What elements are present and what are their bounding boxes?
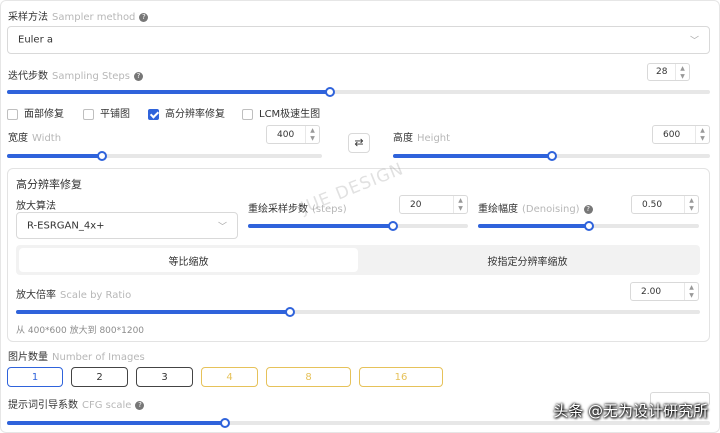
mode-scale-ratio-tab[interactable]: 等比缩放 xyxy=(19,248,358,272)
image-count-8[interactable]: 8 xyxy=(266,367,351,387)
height-slider[interactable] xyxy=(393,151,710,161)
height-label: 高度 Height xyxy=(393,133,451,144)
option-lcm[interactable]: LCM极速生图 xyxy=(242,105,320,120)
mode-fixed-resolution-tab[interactable]: 按指定分辨率缩放 xyxy=(358,248,697,272)
denoising-label: 重绘幅度 (Denoising)? xyxy=(478,200,593,215)
chevron-down-icon: ﹀ xyxy=(689,36,699,47)
checkbox-checked-icon[interactable] xyxy=(148,108,159,120)
steps-slider[interactable] xyxy=(7,87,710,97)
help-icon[interactable]: ? xyxy=(135,400,145,410)
slider-thumb[interactable] xyxy=(219,418,230,428)
upscaler-label: 放大算法 xyxy=(16,201,56,212)
hires-title: 高分辨率修复 xyxy=(16,178,82,191)
chevron-down-icon: ﹀ xyxy=(217,222,227,232)
images-label: 图片数量 Number of Images xyxy=(8,352,145,363)
help-icon[interactable]: ? xyxy=(583,204,593,214)
stepper-icon[interactable]: ▲ ▼ xyxy=(684,196,698,213)
width-input[interactable]: 400 ▲ ▼ xyxy=(266,125,320,144)
checkbox-icon[interactable] xyxy=(242,108,253,120)
stepper-icon[interactable]: ▲ ▼ xyxy=(695,126,709,143)
stepper-icon[interactable]: ▲ ▼ xyxy=(305,126,319,143)
stepper-icon[interactable]: ▲ ▼ xyxy=(675,64,689,80)
option-tiling[interactable]: 平铺图 xyxy=(83,105,130,120)
stepper-icon[interactable]: ▲ ▼ xyxy=(453,196,467,213)
checkbox-icon[interactable] xyxy=(7,108,18,120)
hires-steps-slider[interactable] xyxy=(248,221,468,231)
credit-text: 头条 @无为设计研究所 xyxy=(553,402,708,420)
slider-thumb[interactable] xyxy=(284,307,295,317)
height-input[interactable]: 600 ▲ ▼ xyxy=(652,125,710,144)
width-label: 宽度 Width xyxy=(8,133,62,144)
resize-mode-toggle: 等比缩放 按指定分辨率缩放 xyxy=(16,245,700,275)
cfg-label: 提示词引导系数 CFG scale? xyxy=(8,396,145,411)
sampler-select[interactable]: Euler a ﹀ xyxy=(7,26,710,54)
checkbox-icon[interactable] xyxy=(83,108,94,120)
option-face-restore[interactable]: 面部修复 xyxy=(7,105,64,120)
scale-label: 放大倍率 Scale by Ratio xyxy=(16,290,132,301)
cfg-slider[interactable] xyxy=(7,418,710,428)
denoising-input[interactable]: 0.50 ▲ ▼ xyxy=(631,195,699,214)
image-count-16[interactable]: 16 xyxy=(359,367,443,387)
image-count-4[interactable]: 4 xyxy=(201,367,258,387)
denoising-slider[interactable] xyxy=(478,221,699,231)
help-icon[interactable]: ? xyxy=(133,71,143,81)
image-count-3[interactable]: 3 xyxy=(136,367,193,387)
option-hires-fix[interactable]: 高分辨率修复 xyxy=(148,105,225,120)
slider-thumb[interactable] xyxy=(583,221,594,231)
scale-slider[interactable] xyxy=(16,307,700,317)
sampler-label: 采样方法 Sampler method? xyxy=(8,8,149,23)
hires-steps-input[interactable]: 20 ▲ ▼ xyxy=(399,195,468,214)
swap-icon: ⇄ xyxy=(354,136,364,149)
swap-dimensions-button[interactable]: ⇄ xyxy=(348,133,370,153)
image-count-1[interactable]: 1 xyxy=(7,367,63,387)
upscaler-select[interactable]: R-ESRGAN_4x+ ﹀ xyxy=(16,212,238,239)
slider-thumb[interactable] xyxy=(96,151,107,161)
help-icon[interactable]: ? xyxy=(139,12,149,22)
stepper-icon[interactable]: ▲ ▼ xyxy=(684,283,698,300)
slider-thumb[interactable] xyxy=(546,151,557,161)
steps-input[interactable]: 28 ▲ ▼ xyxy=(647,63,690,81)
scale-note: 从 400*600 放大到 800*1200 xyxy=(16,326,145,336)
image-count-2[interactable]: 2 xyxy=(71,367,128,387)
width-slider[interactable] xyxy=(7,151,322,161)
scale-input[interactable]: 2.00 ▲ ▼ xyxy=(630,282,699,301)
steps-label: 迭代步数 Sampling Steps? xyxy=(8,67,143,82)
